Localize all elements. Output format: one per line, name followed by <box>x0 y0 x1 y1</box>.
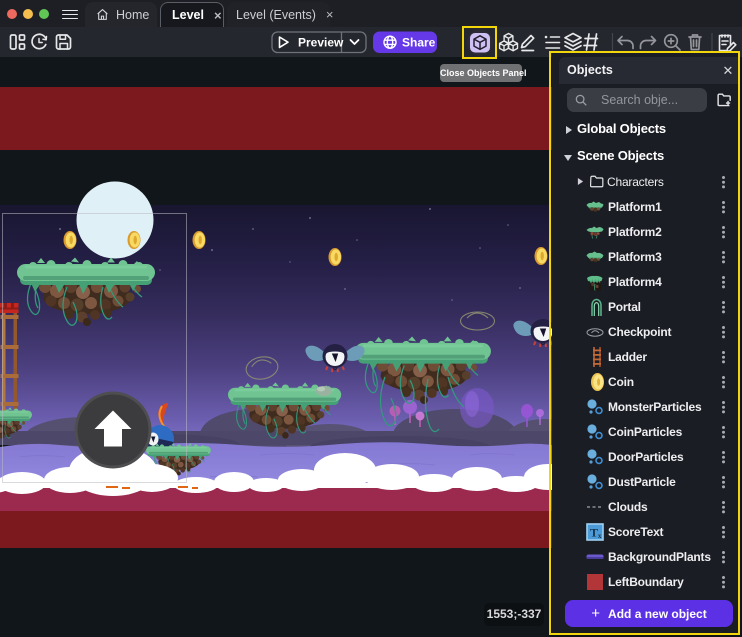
svg-text:Share: Share <box>402 36 436 50</box>
svg-text:Preview: Preview <box>298 36 344 50</box>
